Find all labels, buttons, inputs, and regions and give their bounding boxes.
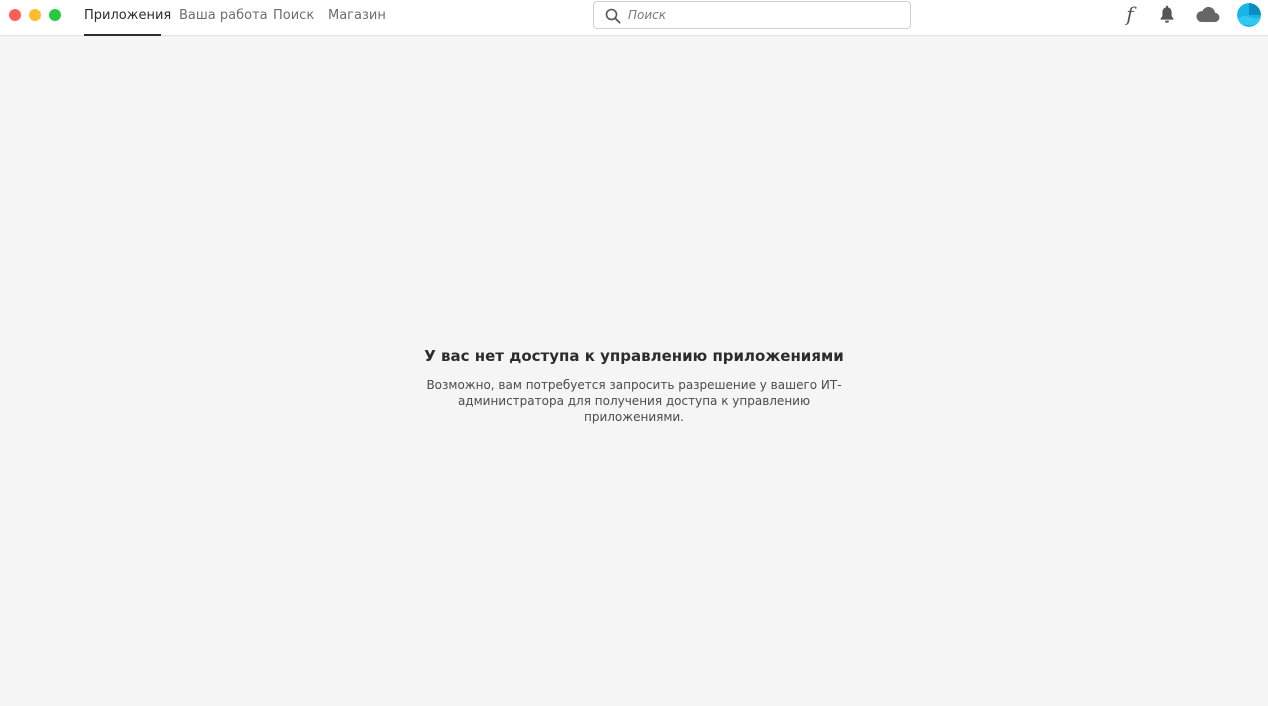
- tab-your-work[interactable]: Ваша работа: [179, 0, 268, 36]
- message-body-line-1: Возможно, вам потребуется запросить разр…: [426, 378, 842, 392]
- search-box[interactable]: [593, 1, 911, 29]
- top-bar: Приложения Ваша работа Поиск Магазин f: [0, 0, 1268, 36]
- bell-icon[interactable]: [1159, 5, 1175, 25]
- message-body-line-2: администратора для получения доступа к у…: [457, 394, 811, 424]
- window-close-button[interactable]: [9, 9, 21, 21]
- cloud-icon[interactable]: [1194, 5, 1220, 25]
- message-body: Возможно, вам потребуется запросить разр…: [414, 377, 854, 425]
- window-minimize-button[interactable]: [29, 9, 41, 21]
- tab-store[interactable]: Магазин: [328, 0, 386, 36]
- no-access-message: У вас нет доступа к управлению приложени…: [0, 346, 1268, 425]
- avatar[interactable]: [1237, 3, 1261, 27]
- search-icon: [605, 8, 621, 24]
- fonts-icon[interactable]: f: [1122, 3, 1138, 25]
- search-input[interactable]: [628, 2, 898, 28]
- avatar-icon: [1237, 3, 1261, 27]
- tab-apps[interactable]: Приложения: [84, 0, 171, 36]
- window-maximize-button[interactable]: [49, 9, 61, 21]
- message-title: У вас нет доступа к управлению приложени…: [424, 347, 844, 365]
- tab-search[interactable]: Поиск: [273, 0, 314, 36]
